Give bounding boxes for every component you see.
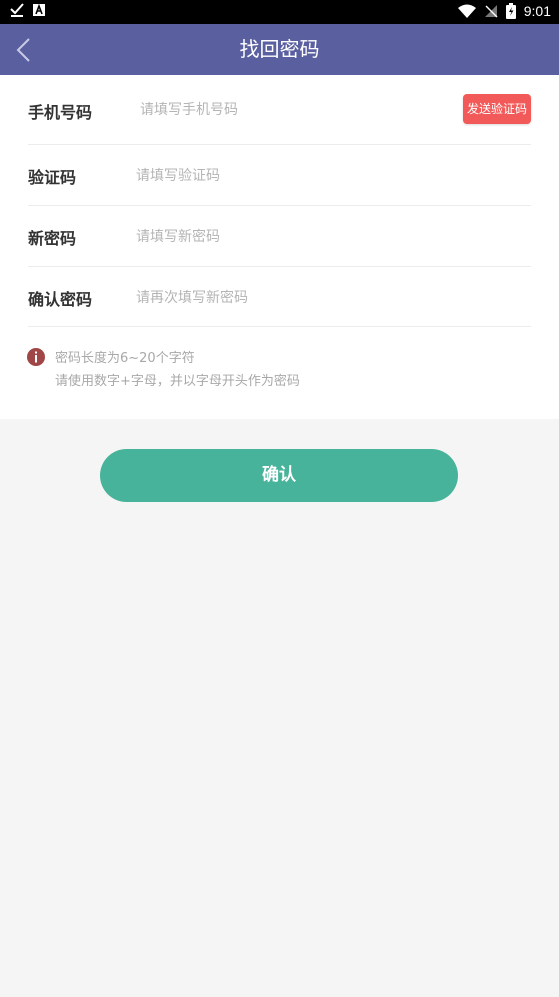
no-signal-icon — [484, 4, 498, 18]
a-notification-icon — [32, 3, 46, 17]
page-title: 找回密码 — [239, 37, 320, 61]
phone-label: 手机号码 — [28, 103, 93, 122]
confirm-password-input[interactable] — [136, 287, 516, 309]
code-label: 验证码 — [28, 168, 77, 187]
new-password-label: 新密码 — [28, 229, 77, 248]
confirm-button[interactable]: 确认 — [100, 449, 458, 502]
phone-input[interactable] — [140, 99, 430, 121]
code-input[interactable] — [136, 165, 516, 187]
new-password-input[interactable] — [136, 226, 516, 248]
send-code-button[interactable]: 发送验证码 — [463, 94, 531, 124]
status-bar-right: 9:01 — [457, 3, 551, 19]
code-row: 验证码 — [28, 145, 531, 206]
password-hint-line-1: 密码长度为6~20个字符 — [55, 351, 195, 366]
header-bar: 找回密码 — [0, 24, 559, 75]
confirm-password-row: 确认密码 — [28, 267, 531, 327]
info-icon — [27, 348, 45, 366]
new-password-row: 新密码 — [28, 206, 531, 267]
form-card: 手机号码 发送验证码 验证码 新密码 确认密码 密码长度为6~20个字符 请使用… — [0, 75, 559, 419]
password-hint-line-2: 请使用数字+字母，并以字母开头作为密码 — [55, 374, 300, 389]
status-bar-left — [10, 3, 46, 17]
battery-charging-icon — [505, 3, 516, 19]
phone-row: 手机号码 发送验证码 — [28, 75, 531, 145]
status-time: 9:01 — [523, 3, 551, 19]
wifi-icon — [457, 4, 476, 18]
confirm-password-label: 确认密码 — [28, 290, 93, 309]
status-bar: 9:01 — [0, 0, 559, 24]
check-download-icon — [10, 3, 24, 17]
